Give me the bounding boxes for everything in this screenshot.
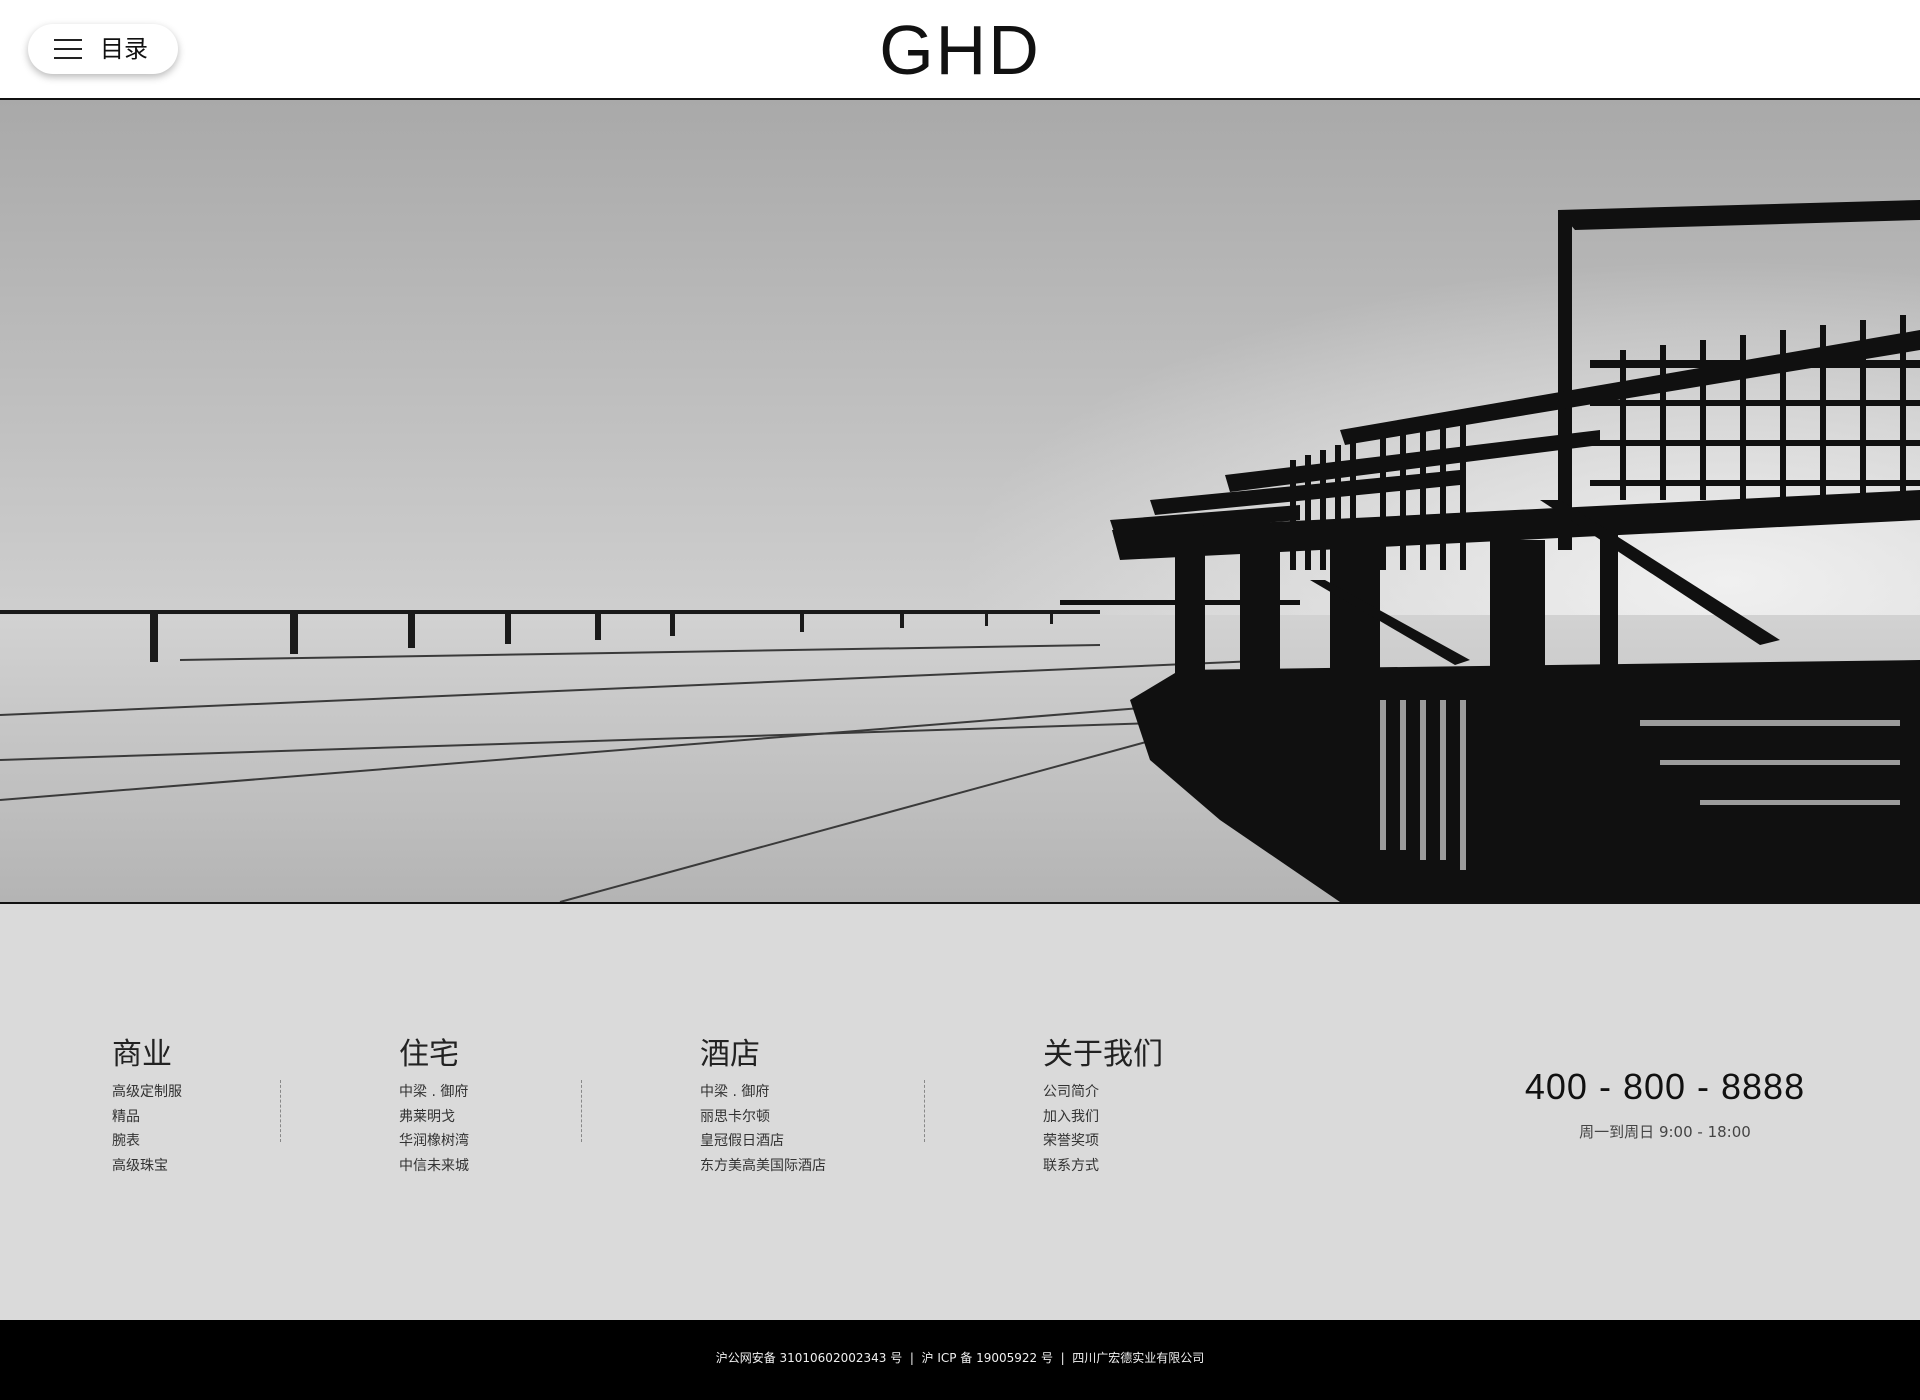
site-footer: 商业 高级定制服 精品 腕表 高级珠宝 住宅 中梁 . 御府 弗莱明戈 华润橡树…: [0, 904, 1920, 1320]
footer-link[interactable]: 精品: [112, 1105, 182, 1130]
footer-column-commercial: 商业 高级定制服 精品 腕表 高级珠宝: [112, 1038, 182, 1178]
column-title[interactable]: 住宅: [399, 1038, 469, 1072]
business-hours: 周一到周日 9:00 - 18:00: [1579, 1123, 1751, 1141]
column-title[interactable]: 酒店: [700, 1038, 826, 1072]
footer-link[interactable]: 东方美高美国际酒店: [700, 1154, 826, 1179]
phone-number[interactable]: 400 - 800 - 8888: [1500, 1066, 1830, 1108]
column-divider: [581, 1080, 582, 1142]
footer-link[interactable]: 中信未来城: [399, 1154, 469, 1179]
site-logo[interactable]: GHD: [0, 10, 1920, 90]
footer-link[interactable]: 高级珠宝: [112, 1154, 182, 1179]
column-divider: [924, 1080, 925, 1142]
contact-block: 400 - 800 - 8888 周一到周日 9:00 - 18:00: [1500, 1066, 1830, 1142]
footer-link[interactable]: 荣誉奖项: [1043, 1129, 1163, 1154]
footer-link[interactable]: 皇冠假日酒店: [700, 1129, 826, 1154]
footer-link[interactable]: 弗莱明戈: [399, 1105, 469, 1130]
footer-link[interactable]: 腕表: [112, 1129, 182, 1154]
footer-link[interactable]: 加入我们: [1043, 1105, 1163, 1130]
site-header: 目录 GHD: [0, 0, 1920, 100]
footer-column-about: 关于我们 公司简介 加入我们 荣誉奖项 联系方式: [1043, 1038, 1163, 1178]
building-photo: [0, 100, 1920, 902]
footer-link[interactable]: 丽思卡尔顿: [700, 1105, 826, 1130]
legal-bar: 沪公网安备 31010602002343 号 | 沪 ICP 备 1900592…: [0, 1320, 1920, 1400]
footer-link[interactable]: 高级定制服: [112, 1080, 182, 1105]
footer-column-residential: 住宅 中梁 . 御府 弗莱明戈 华润橡树湾 中信未来城: [399, 1038, 469, 1178]
footer-link[interactable]: 公司简介: [1043, 1080, 1163, 1105]
footer-column-hotel: 酒店 中梁 . 御府 丽思卡尔顿 皇冠假日酒店 东方美高美国际酒店: [700, 1038, 826, 1178]
hero-image: [0, 100, 1920, 904]
footer-link[interactable]: 中梁 . 御府: [700, 1080, 826, 1105]
column-title[interactable]: 商业: [112, 1038, 182, 1072]
column-title[interactable]: 关于我们: [1043, 1038, 1163, 1072]
footer-link[interactable]: 华润橡树湾: [399, 1129, 469, 1154]
legal-text: 沪公网安备 31010602002343 号 | 沪 ICP 备 1900592…: [715, 1351, 1205, 1365]
footer-link[interactable]: 联系方式: [1043, 1154, 1163, 1179]
column-divider: [280, 1080, 281, 1142]
footer-link[interactable]: 中梁 . 御府: [399, 1080, 469, 1105]
